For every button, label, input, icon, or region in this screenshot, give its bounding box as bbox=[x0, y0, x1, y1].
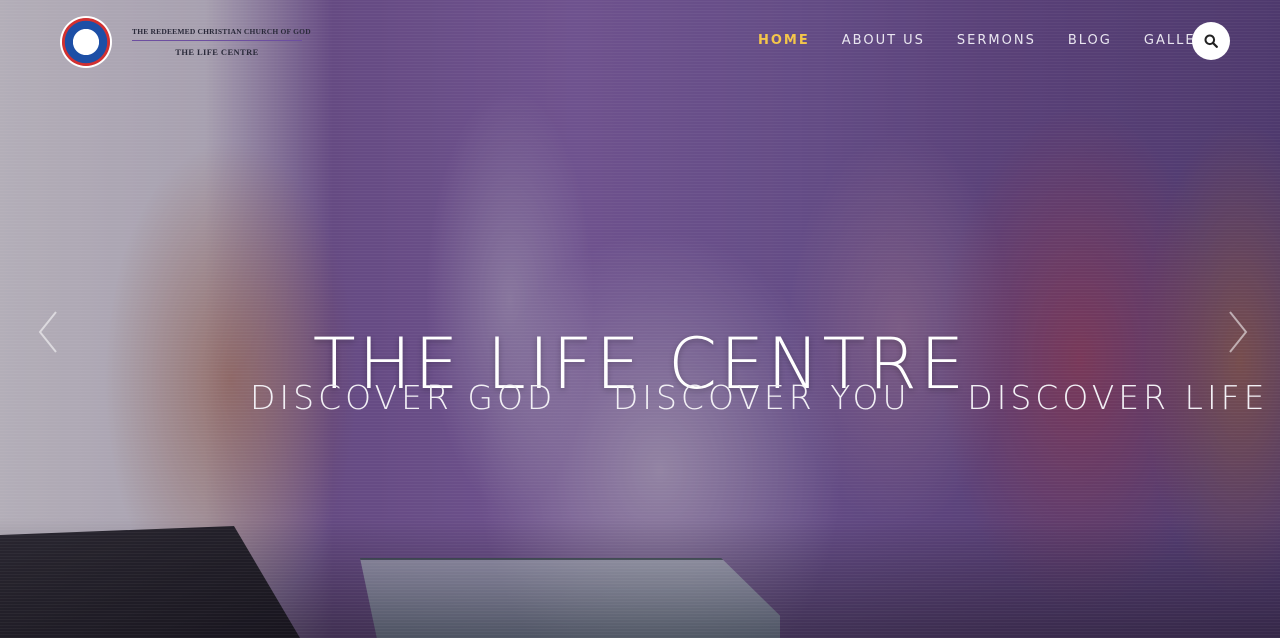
tagline-discover-god: DISCOVER GOD bbox=[250, 378, 557, 417]
hero-slider: THE REDEEMED CHRISTIAN CHURCH OF GOD THE… bbox=[0, 0, 1280, 638]
org-subname: THE LIFE CENTRE bbox=[175, 47, 259, 57]
hero-taglines: DISCOVER GOD DISCOVER YOU DISCOVER LIFE bbox=[250, 378, 1265, 417]
tagline-discover-life: DISCOVER LIFE bbox=[967, 378, 1269, 417]
site-logo[interactable]: THE REDEEMED CHRISTIAN CHURCH OF GOD THE… bbox=[62, 18, 311, 66]
nav-item-blog[interactable]: BLOG bbox=[1068, 33, 1112, 48]
search-button[interactable] bbox=[1192, 22, 1230, 60]
org-name: THE REDEEMED CHRISTIAN CHURCH OF GOD bbox=[132, 27, 311, 41]
nav-item-home[interactable]: HOME bbox=[758, 33, 810, 48]
tagline-discover-you: DISCOVER YOU bbox=[612, 378, 911, 417]
hero-texture bbox=[0, 0, 1280, 638]
search-icon bbox=[1204, 34, 1218, 48]
main-nav: HOME ABOUT US SERMONS BLOG GALLERY bbox=[758, 33, 1248, 48]
nav-item-sermons[interactable]: SERMONS bbox=[957, 33, 1036, 48]
rccg-seal-logo-icon bbox=[62, 18, 110, 66]
nav-item-about-us[interactable]: ABOUT US bbox=[842, 33, 925, 48]
org-name-block: THE REDEEMED CHRISTIAN CHURCH OF GOD THE… bbox=[132, 27, 311, 57]
